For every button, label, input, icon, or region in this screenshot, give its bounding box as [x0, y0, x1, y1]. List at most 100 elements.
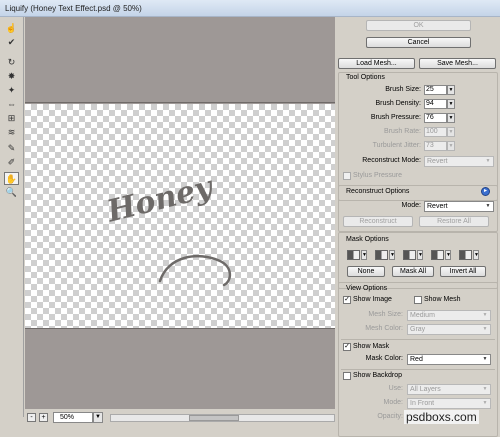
bloat-icon[interactable]: ✦	[4, 84, 19, 97]
brush-size-field[interactable]: 25	[424, 85, 447, 95]
tools-panel: ☝ ✔ ↻ ✸ ✦ ⇔ ⊞ ≋ ✎ ✐ ✋ 🔍	[0, 17, 24, 417]
mask-dropdown[interactable]: ▼	[445, 250, 451, 260]
reconstruct-mode-select[interactable]: Revert ▼	[424, 156, 494, 167]
brush-pressure-dropdown[interactable]: ▼	[447, 113, 455, 123]
mask-dropdown[interactable]: ▼	[389, 250, 395, 260]
mask-none-button[interactable]: None	[347, 266, 385, 277]
honey-drip-swirl	[158, 254, 232, 287]
mesh-color-select[interactable]: Gray ▼	[407, 324, 491, 335]
pucker-icon[interactable]: ✸	[4, 70, 19, 83]
mask-dropdown[interactable]: ▼	[473, 250, 479, 260]
subtract-from-selection-icon[interactable]	[403, 250, 416, 260]
show-mask-checkbox[interactable]: ✓	[343, 343, 351, 351]
invert-all-button[interactable]: Invert All	[440, 266, 486, 277]
backdrop-use-select[interactable]: All Layers ▼	[407, 384, 491, 395]
opacity-label: Opacity:	[377, 413, 403, 420]
turbulent-jitter-field[interactable]: 73	[424, 141, 447, 151]
brush-pressure-label: Brush Pressure:	[370, 114, 421, 121]
preview-canvas[interactable]: Honey	[25, 17, 335, 409]
status-bar: - + 50% ▼	[25, 410, 335, 425]
mesh-color-label: Mesh Color:	[365, 325, 403, 332]
invert-selection-icon[interactable]	[459, 250, 472, 260]
chevron-down-icon: ▼	[482, 326, 488, 332]
show-mesh-checkbox[interactable]	[414, 296, 422, 304]
honey-text-layer: Honey	[103, 169, 216, 230]
chevron-down-icon: ▼	[482, 386, 488, 392]
backdrop-mode-select[interactable]: In Front ▼	[407, 398, 491, 409]
zoom-level-field[interactable]: 50%	[53, 412, 93, 423]
chevron-down-icon: ▼	[485, 158, 491, 164]
brush-size-dropdown[interactable]: ▼	[447, 85, 455, 95]
divider	[341, 339, 495, 340]
mask-dropdown[interactable]: ▼	[361, 250, 367, 260]
save-mesh-button[interactable]: Save Mesh...	[419, 58, 496, 69]
replace-selection-icon[interactable]	[347, 250, 360, 260]
mask-all-button[interactable]: Mask All	[392, 266, 434, 277]
mask-mode-row: ▼ ▼ ▼ ▼ ▼	[347, 250, 487, 260]
thaw-mask-icon[interactable]: ✐	[4, 156, 19, 169]
restore-all-button[interactable]: Restore All	[419, 216, 489, 227]
brush-size-label: Brush Size:	[385, 86, 421, 93]
show-image-checkbox[interactable]: ✓	[343, 296, 351, 304]
mask-color-select[interactable]: Red ▼	[407, 354, 491, 365]
forward-warp-icon[interactable]: ☝	[4, 22, 19, 35]
mirror-icon[interactable]: ⊞	[4, 112, 19, 125]
canvas-backdrop-bottom	[25, 328, 335, 409]
stylus-pressure-checkbox[interactable]	[343, 172, 351, 180]
info-icon[interactable]: ▸	[481, 187, 490, 196]
view-options-title: View Options	[346, 285, 388, 292]
brush-rate-label: Brush Rate:	[384, 128, 421, 135]
mesh-size-label: Mesh Size:	[368, 311, 403, 318]
ok-button[interactable]: OK	[366, 20, 471, 31]
freeze-mask-icon[interactable]: ✎	[4, 142, 19, 155]
horizontal-scrollbar[interactable]	[110, 414, 335, 422]
brush-rate-dropdown[interactable]: ▼	[447, 127, 455, 137]
chevron-down-icon: ▼	[482, 356, 488, 362]
backdrop-mode-label: Mode:	[383, 399, 403, 406]
brush-pressure-field[interactable]: 76	[424, 113, 447, 123]
mask-dropdown[interactable]: ▼	[417, 250, 423, 260]
mesh-size-select[interactable]: Medium ▼	[407, 310, 491, 321]
reconstruct-button[interactable]: Reconstruct	[343, 216, 413, 227]
mask-options-group: Mask Options ▼ ▼ ▼ ▼ ▼ None Mask All Inv…	[338, 232, 498, 289]
reconstruct-option-mode-select[interactable]: Revert ▼	[424, 201, 494, 212]
add-to-selection-icon[interactable]	[375, 250, 388, 260]
show-mask-label: Show Mask	[353, 343, 390, 350]
reconstruct-icon[interactable]: ✔	[4, 36, 19, 49]
divider	[341, 369, 495, 370]
show-backdrop-label: Show Backdrop	[353, 372, 403, 379]
scrollbar-thumb[interactable]	[189, 415, 239, 421]
canvas-backdrop-top	[25, 17, 335, 103]
push-left-icon[interactable]: ⇔	[4, 98, 19, 111]
reconstruct-options-group: Reconstruct Options ▸ Mode: Revert ▼ Reco…	[338, 185, 498, 232]
brush-rate-field[interactable]: 100	[424, 127, 447, 137]
reconstruct-mode-label: Reconstruct Mode:	[362, 157, 421, 164]
zoom-icon[interactable]: 🔍	[4, 186, 19, 199]
intersect-selection-icon[interactable]	[431, 250, 444, 260]
cancel-button[interactable]: Cancel	[366, 37, 471, 48]
load-mesh-button[interactable]: Load Mesh...	[338, 58, 415, 69]
mask-options-title: Mask Options	[346, 236, 389, 243]
watermark: psdboxs.com	[404, 410, 479, 424]
zoom-out-button[interactable]: -	[27, 413, 36, 422]
tool-options-title: Tool Options	[346, 74, 385, 81]
brush-density-dropdown[interactable]: ▼	[447, 99, 455, 109]
transparent-document[interactable]: Honey	[25, 104, 335, 328]
brush-density-field[interactable]: 94	[424, 99, 447, 109]
tool-options-group: Tool Options Brush Size: 25 ▼ Brush Dens…	[338, 72, 498, 201]
hand-icon[interactable]: ✋	[4, 172, 19, 185]
turbulent-jitter-dropdown[interactable]: ▼	[447, 141, 455, 151]
turbulent-jitter-label: Turbulent Jitter:	[372, 142, 421, 149]
chevron-down-icon: ▼	[485, 203, 491, 209]
zoom-dropdown-arrow[interactable]: ▼	[93, 412, 103, 423]
twirl-clockwise-icon[interactable]: ↻	[4, 56, 19, 69]
show-image-label: Show Image	[353, 296, 392, 303]
chevron-down-icon: ▼	[482, 400, 488, 406]
show-backdrop-checkbox[interactable]	[343, 372, 351, 380]
zoom-in-button[interactable]: +	[39, 413, 48, 422]
turbulence-icon[interactable]: ≋	[4, 126, 19, 139]
chevron-down-icon: ▼	[482, 312, 488, 318]
reconstruct-mode-option-label: Mode:	[401, 202, 421, 209]
show-mesh-label: Show Mesh	[424, 296, 461, 303]
stylus-pressure-label: Stylus Pressure	[353, 172, 403, 179]
